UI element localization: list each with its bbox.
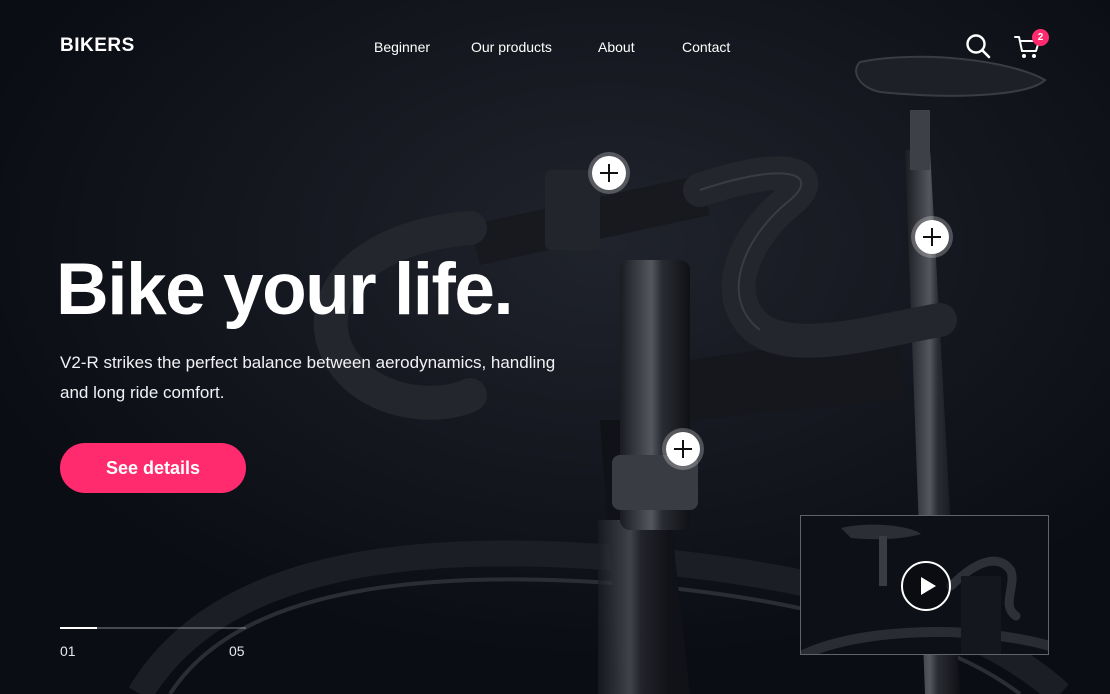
- hero-title: Bike your life.: [56, 249, 514, 330]
- main-nav: Beginner Our products About Contact: [374, 39, 730, 55]
- plus-icon: [923, 228, 941, 246]
- nav-link-our-products[interactable]: Our products: [471, 39, 598, 55]
- search-button[interactable]: [965, 33, 991, 59]
- plus-icon: [600, 164, 618, 182]
- see-details-button[interactable]: See details: [60, 443, 246, 493]
- slide-current-number: 01: [60, 643, 76, 659]
- play-button[interactable]: [901, 561, 951, 611]
- plus-icon: [674, 440, 692, 458]
- video-thumbnail[interactable]: [800, 515, 1049, 655]
- cart-count-badge: 2: [1032, 29, 1049, 46]
- nav-link-beginner[interactable]: Beginner: [374, 39, 471, 55]
- hotspot-seat-tube[interactable]: [915, 220, 949, 254]
- nav-link-about[interactable]: About: [598, 39, 682, 55]
- hero-page: BIKERS Beginner Our products About Conta…: [0, 0, 1110, 694]
- brand-logo[interactable]: BIKERS: [60, 35, 135, 57]
- hero-subtitle: V2-R strikes the perfect balance between…: [60, 353, 556, 402]
- slide-progress-bar: [60, 627, 246, 629]
- hotspot-head-tube[interactable]: [666, 432, 700, 466]
- nav-link-contact[interactable]: Contact: [682, 39, 730, 55]
- hotspot-handlebar[interactable]: [592, 156, 626, 190]
- slide-total-number: 05: [229, 643, 245, 659]
- search-icon: [966, 34, 991, 59]
- slide-progress-fill: [60, 627, 97, 629]
- play-icon: [921, 577, 936, 595]
